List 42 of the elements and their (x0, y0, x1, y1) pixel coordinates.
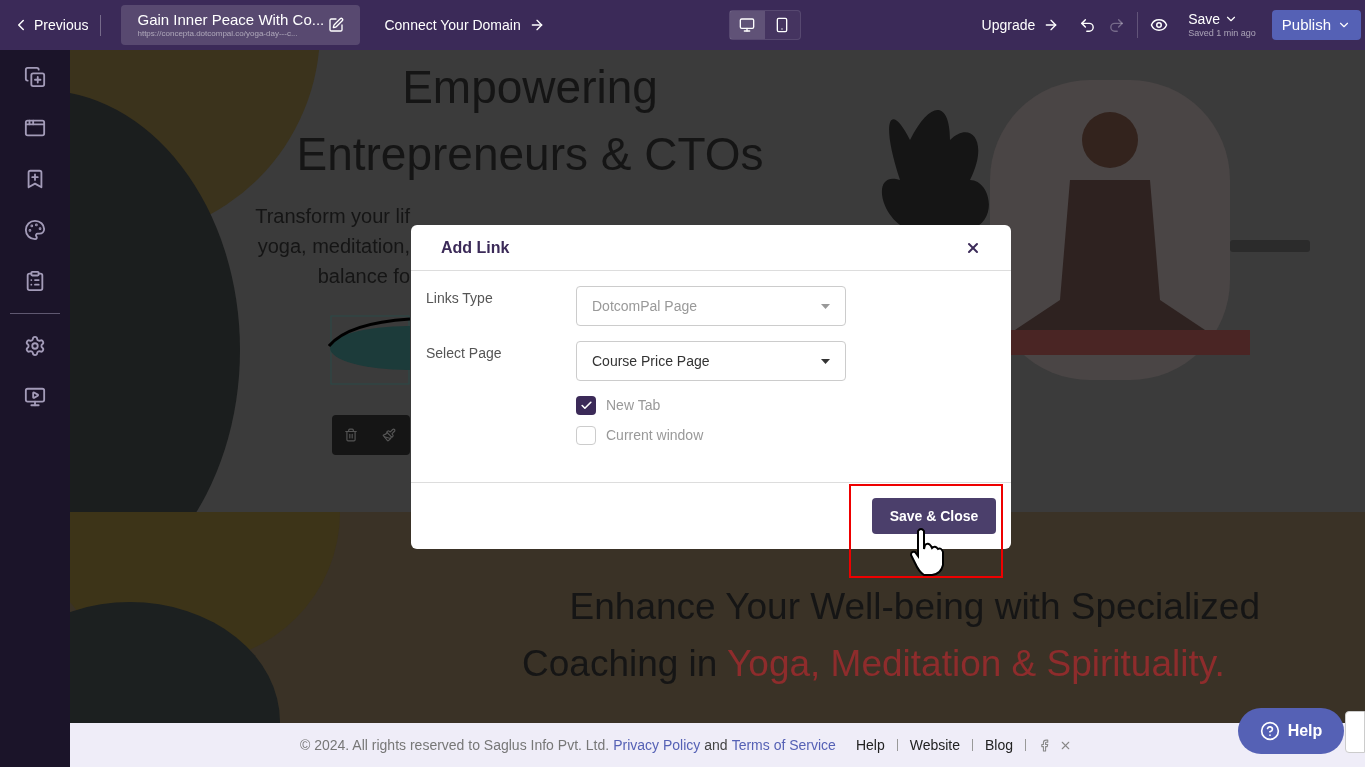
caret-down-icon (821, 358, 830, 364)
palette-icon[interactable] (24, 219, 46, 241)
clipboard-icon[interactable] (24, 270, 46, 292)
preview-icon[interactable] (1150, 16, 1169, 34)
select-field[interactable]: Course Price Page (576, 341, 846, 381)
field-label: Links Type (426, 289, 494, 308)
checkbox-label: New Tab (606, 396, 661, 415)
save-status: Saved 1 min ago (1188, 28, 1256, 40)
desktop-view-button[interactable] (729, 11, 765, 39)
page-title-field[interactable]: Gain Inner Peace With Co... https://concepta.dotcompal.co/yoga-day---c... (121, 5, 361, 45)
undo-icon[interactable] (1079, 16, 1097, 34)
check-icon (579, 399, 593, 412)
connect-domain-link[interactable]: Connect Your Domain (384, 14, 545, 36)
and-text: and (704, 735, 728, 755)
footer-link[interactable]: Blog (985, 734, 1014, 756)
publish-button[interactable]: Publish (1271, 10, 1361, 40)
field-label: Select Page (426, 344, 503, 363)
save-button[interactable]: Save (1188, 10, 1256, 29)
settings-icon[interactable] (24, 335, 46, 357)
copyright-text: © 2024. All rights reserved to Saglus Info Pvt. Ltd. (300, 735, 610, 755)
window-plus-icon[interactable] (24, 117, 46, 139)
footer-link[interactable]: Help (855, 734, 885, 756)
help-button[interactable]: Help (1238, 708, 1344, 754)
help-icon (1259, 721, 1280, 741)
checkbox-label: Current window (606, 426, 704, 445)
edit-icon[interactable] (328, 17, 345, 33)
caret-down-icon (821, 303, 830, 309)
privacy-policy-link[interactable]: Privacy Policy (613, 734, 701, 756)
dialog-title: Add Link (441, 237, 510, 258)
terms-link[interactable]: Terms of Service (731, 734, 836, 756)
upgrade-link[interactable]: Upgrade (981, 14, 1060, 36)
checkbox[interactable] (576, 426, 596, 445)
page-url: https://concepta.dotcompal.co/yoga-day---c... (137, 29, 299, 40)
monitor-play-icon[interactable] (24, 386, 46, 408)
delete-icon[interactable] (344, 428, 358, 442)
monitor-icon (739, 17, 756, 33)
save-close-button[interactable]: Save & Close (872, 498, 996, 534)
previous-button[interactable]: Previous (12, 14, 102, 36)
footer-link[interactable]: Website (909, 734, 961, 756)
checkbox[interactable] (576, 396, 596, 415)
add-page-icon[interactable] (24, 66, 46, 88)
page-title: Gain Inner Peace With Co... (137, 10, 325, 30)
